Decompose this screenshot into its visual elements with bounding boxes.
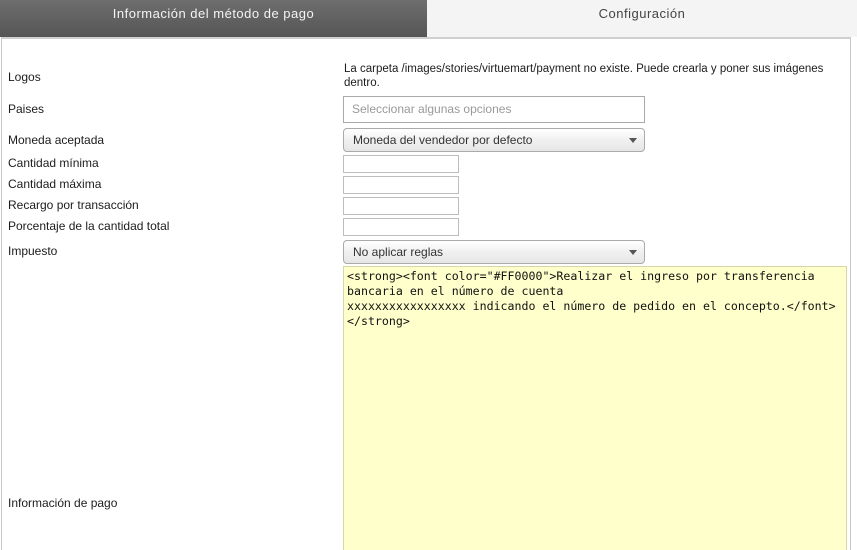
cost-per-transaction-label: Recargo por transacción — [8, 198, 139, 212]
cost-percent-total-input[interactable] — [343, 218, 459, 236]
cost-per-transaction-input[interactable] — [343, 197, 459, 215]
countries-label: Paises — [8, 102, 45, 116]
min-amount-input[interactable] — [343, 155, 459, 173]
chevron-down-icon — [629, 250, 637, 255]
max-amount-input[interactable] — [343, 176, 459, 194]
tax-selected-value: No aplicar reglas — [353, 245, 444, 259]
max-amount-label: Cantidad máxima — [8, 177, 102, 191]
payment-method-editor: Información del método de pago Configura… — [0, 0, 857, 550]
currency-label: Moneda aceptada — [8, 133, 105, 147]
cost-percent-total-label: Porcentaje de la cantidad total — [8, 219, 170, 233]
tab-configuration[interactable]: Configuración — [427, 0, 857, 37]
tax-select[interactable]: No aplicar reglas — [343, 240, 645, 264]
logos-folder-message: La carpeta /images/stories/virtuemart/pa… — [344, 63, 824, 89]
currency-select[interactable]: Moneda del vendedor por defecto — [343, 128, 645, 152]
payment-info-editor[interactable]: <strong><font color="#FF0000">Realizar e… — [343, 266, 847, 550]
countries-placeholder: Seleccionar algunas opciones — [352, 102, 512, 116]
chevron-down-icon — [629, 138, 637, 143]
tax-label: Impuesto — [8, 244, 58, 258]
countries-multiselect[interactable]: Seleccionar algunas opciones — [343, 96, 645, 123]
tab-payment-method-info[interactable]: Información del método de pago — [0, 0, 427, 37]
min-amount-label: Cantidad mínima — [8, 156, 99, 170]
logos-label: Logos — [8, 70, 41, 84]
currency-selected-value: Moneda del vendedor por defecto — [353, 133, 533, 147]
tab-bar: Información del método de pago Configura… — [0, 0, 857, 37]
payment-info-label: Información de pago — [8, 496, 118, 510]
